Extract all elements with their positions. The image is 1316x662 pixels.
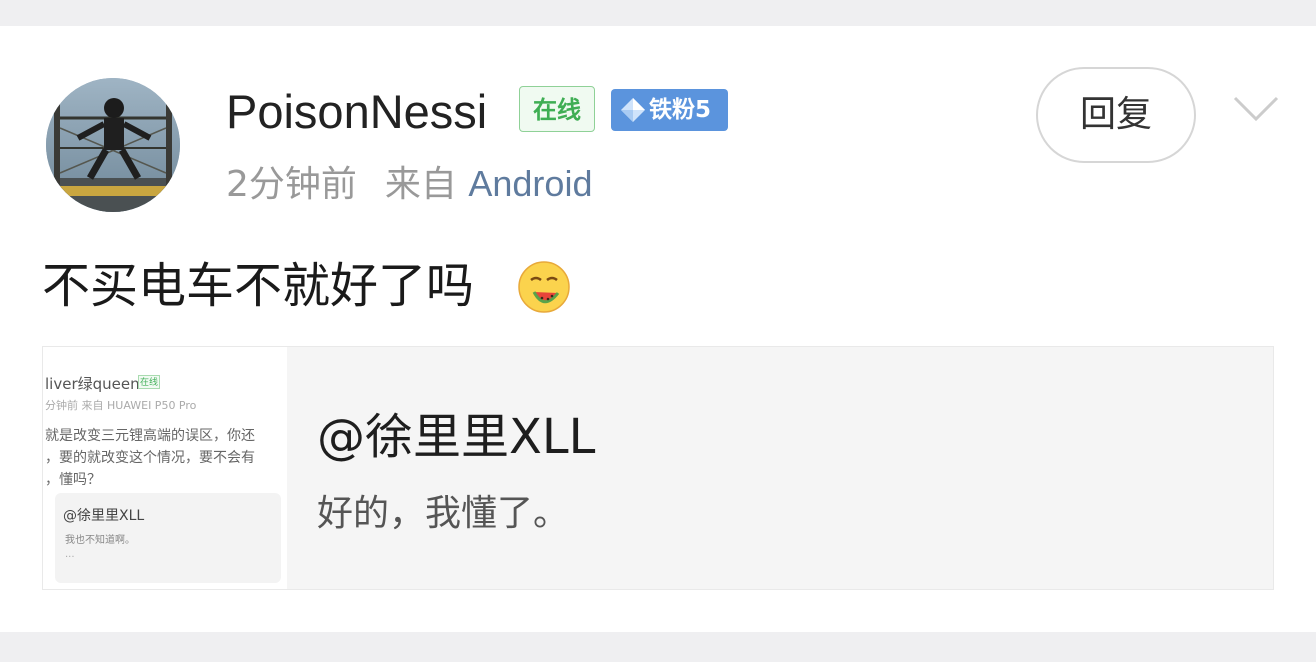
thumb-username: liver绿queen bbox=[45, 375, 140, 393]
avatar-image bbox=[46, 78, 180, 212]
online-status-badge: 在线 bbox=[519, 86, 595, 132]
reply-button[interactable]: 回复 bbox=[1036, 67, 1196, 163]
from-label: 来自 bbox=[384, 164, 457, 205]
thumb-meta: 分钟前 来自 HUAWEI P50 Pro bbox=[45, 399, 197, 412]
thumb-online-badge: 在线 bbox=[138, 375, 160, 389]
bottom-divider-strip bbox=[0, 632, 1316, 662]
fan-level-label: 铁粉5 bbox=[649, 97, 712, 123]
device-name: Android bbox=[468, 163, 593, 204]
quoted-post-thumbnail[interactable]: liver绿queen 在线 分钟前 来自 HUAWEI P50 Pro 就是改… bbox=[43, 347, 287, 589]
username[interactable]: PoisonNessi bbox=[226, 84, 487, 140]
post-meta: 2分钟前 来自 Android bbox=[226, 160, 592, 209]
thumb-text-line: 就是改变三元锂高端的误区，你还 bbox=[45, 428, 255, 444]
thumb-text-line: ，要的就改变这个情况，要不会有 bbox=[45, 450, 255, 466]
comment-text: 不买电车不就好了吗 bbox=[42, 258, 475, 314]
diamond-icon bbox=[621, 98, 645, 122]
quoted-post-card[interactable]: liver绿queen 在线 分钟前 来自 HUAWEI P50 Pro 就是改… bbox=[42, 346, 1274, 590]
chevron-down-icon[interactable] bbox=[1232, 94, 1280, 124]
thumb-quote-more: ... bbox=[65, 549, 75, 560]
drooling-melon-face-emoji-icon bbox=[518, 261, 570, 313]
thumb-quote-mention: @徐里里XLL bbox=[63, 508, 145, 524]
top-divider-strip bbox=[0, 0, 1316, 26]
post-time: 2分钟前 bbox=[226, 164, 357, 205]
thumb-quote-text: 我也不知道啊。 bbox=[65, 535, 135, 546]
quoted-text: 好的，我懂了。 bbox=[317, 493, 570, 534]
fan-level-badge[interactable]: 铁粉5 bbox=[611, 89, 728, 131]
thumb-text-line: ，懂吗？ bbox=[45, 472, 101, 488]
user-avatar[interactable] bbox=[46, 78, 180, 212]
quoted-user-mention[interactable]: @徐里里XLL bbox=[317, 407, 595, 467]
